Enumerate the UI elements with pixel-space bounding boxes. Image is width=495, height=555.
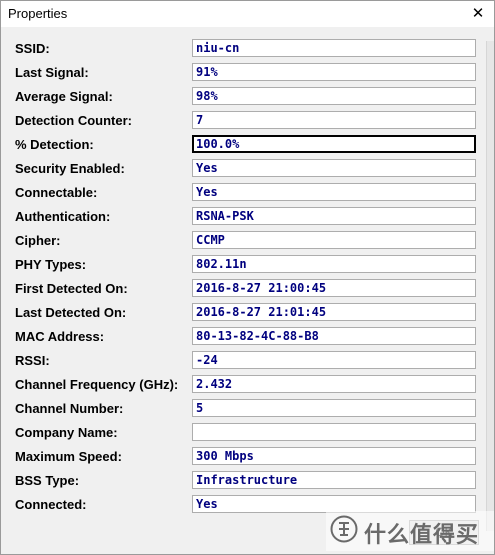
property-row: Authentication: RSNA-PSK bbox=[1, 206, 494, 230]
property-row: Last Signal: 91% bbox=[1, 62, 494, 86]
property-value-field[interactable]: CCMP bbox=[192, 231, 476, 249]
property-value-field[interactable]: -24 bbox=[192, 351, 476, 369]
property-row: Last Detected On: 2016-8-27 21:01:45 bbox=[1, 302, 494, 326]
property-value-field[interactable]: Yes bbox=[192, 159, 476, 177]
property-row: Channel Number: 5 bbox=[1, 398, 494, 422]
property-value-field[interactable]: Infrastructure bbox=[192, 471, 476, 489]
property-value-field[interactable]: 300 Mbps bbox=[192, 447, 476, 465]
property-label: % Detection: bbox=[15, 137, 94, 152]
property-label: Maximum Speed: bbox=[15, 449, 122, 464]
property-value-field[interactable] bbox=[192, 423, 476, 441]
property-label: Authentication: bbox=[15, 209, 111, 224]
watermark-text: 什么值得买 bbox=[364, 523, 480, 548]
property-label: Channel Number: bbox=[15, 401, 124, 416]
window-title: Properties bbox=[8, 6, 68, 21]
property-label: RSSI: bbox=[15, 353, 50, 368]
property-row: SSID: niu-cn bbox=[1, 38, 494, 62]
watermark-logo-icon bbox=[330, 515, 358, 543]
property-label: SSID: bbox=[15, 41, 50, 56]
property-row: PHY Types: 802.11n bbox=[1, 254, 494, 278]
property-row: Security Enabled: Yes bbox=[1, 158, 494, 182]
property-row: Channel Frequency (GHz): 2.432 bbox=[1, 374, 494, 398]
property-value-field[interactable]: niu-cn bbox=[192, 39, 476, 57]
property-row: Company Name: bbox=[1, 422, 494, 446]
title-bar: Properties ✕ bbox=[1, 1, 494, 27]
property-row: MAC Address: 80-13-82-4C-88-B8 bbox=[1, 326, 494, 350]
property-row: Average Signal: 98% bbox=[1, 86, 494, 110]
property-label: Average Signal: bbox=[15, 89, 113, 104]
property-label: Cipher: bbox=[15, 233, 61, 248]
property-row: Cipher: CCMP bbox=[1, 230, 494, 254]
property-label: Company Name: bbox=[15, 425, 118, 440]
property-label: Security Enabled: bbox=[15, 161, 125, 176]
properties-dialog: Properties ✕ SSID: niu-cn Last Signal: 91% A… bbox=[0, 0, 495, 555]
property-value-field[interactable]: 7 bbox=[192, 111, 476, 129]
property-row: % Detection: 100.0% bbox=[1, 134, 494, 158]
close-icon[interactable]: ✕ bbox=[468, 5, 488, 23]
property-label: Last Signal: bbox=[15, 65, 89, 80]
property-label: First Detected On: bbox=[15, 281, 128, 296]
property-label: MAC Address: bbox=[15, 329, 105, 344]
property-label: BSS Type: bbox=[15, 473, 80, 488]
property-row: BSS Type: Infrastructure bbox=[1, 470, 494, 494]
property-row: Connectable: Yes bbox=[1, 182, 494, 206]
property-value-field[interactable]: 100.0% bbox=[192, 135, 476, 153]
watermark: 什么值得买 bbox=[326, 511, 494, 551]
property-value-field[interactable]: 802.11n bbox=[192, 255, 476, 273]
property-row: Detection Counter: 7 bbox=[1, 110, 494, 134]
scrollbar[interactable] bbox=[486, 41, 494, 531]
property-value-field[interactable]: 91% bbox=[192, 63, 476, 81]
property-value-field[interactable]: 2016-8-27 21:01:45 bbox=[192, 303, 476, 321]
property-value-field[interactable]: RSNA-PSK bbox=[192, 207, 476, 225]
property-value-field[interactable]: 2016-8-27 21:00:45 bbox=[192, 279, 476, 297]
property-row: First Detected On: 2016-8-27 21:00:45 bbox=[1, 278, 494, 302]
property-row: RSSI: -24 bbox=[1, 350, 494, 374]
property-label: Channel Frequency (GHz): bbox=[15, 377, 179, 392]
property-value-field[interactable]: 5 bbox=[192, 399, 476, 417]
property-label: Detection Counter: bbox=[15, 113, 132, 128]
property-label: Connected: bbox=[15, 497, 87, 512]
property-label: PHY Types: bbox=[15, 257, 87, 272]
property-value-field[interactable]: 80-13-82-4C-88-B8 bbox=[192, 327, 476, 345]
property-value-field[interactable]: 2.432 bbox=[192, 375, 476, 393]
property-label: Connectable: bbox=[15, 185, 98, 200]
property-row: Maximum Speed: 300 Mbps bbox=[1, 446, 494, 470]
property-label: Last Detected On: bbox=[15, 305, 127, 320]
property-value-field[interactable]: Yes bbox=[192, 183, 476, 201]
property-value-field[interactable]: 98% bbox=[192, 87, 476, 105]
